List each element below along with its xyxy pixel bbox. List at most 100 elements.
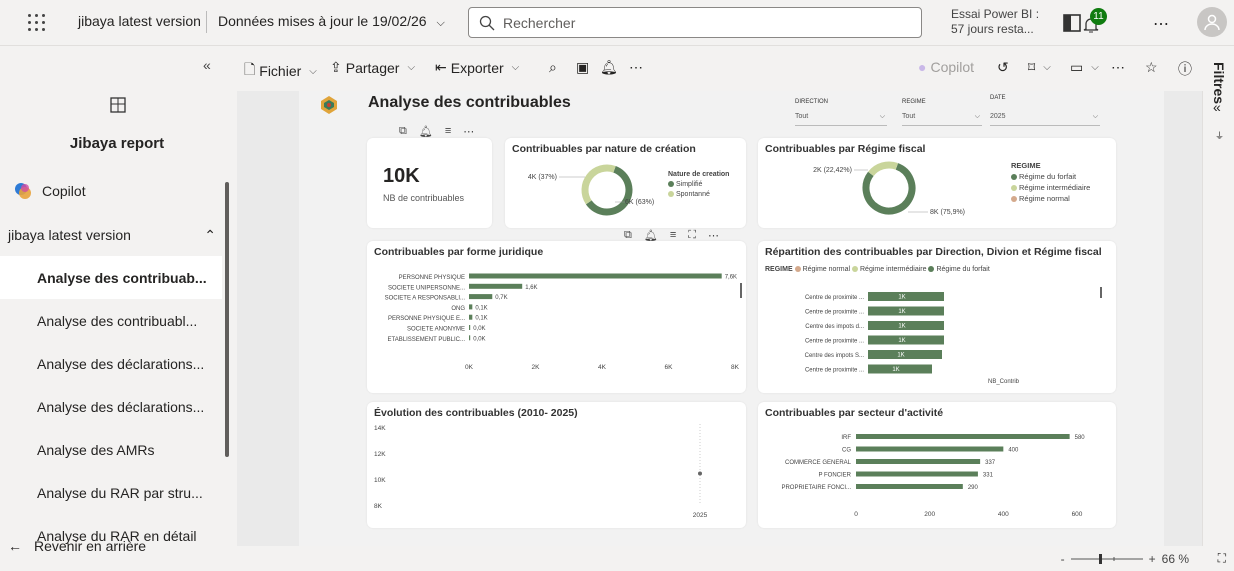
legend-item: Régime du forfait <box>1011 172 1076 181</box>
scrollbar <box>740 283 742 298</box>
category-label: Centre de proximite ... <box>805 295 864 301</box>
slicer-label: REGIME <box>902 99 926 105</box>
repartition-chart[interactable]: Répartition des contribuables par Direct… <box>758 241 1116 393</box>
data-label: 400 <box>1008 448 1019 454</box>
report-logo-icon <box>321 96 337 114</box>
category-label: SOCIETE A RESPONSABLI... <box>385 296 466 302</box>
copy-icon[interactable]: ⧉ <box>399 125 407 138</box>
category-label: Centre de proximite ... <box>805 310 864 316</box>
report-canvas: Analyse des contribuables DIRECTION Tout ⌵… <box>237 91 1202 546</box>
tick-label: 400 <box>998 511 1009 518</box>
binoculars-icon[interactable]: ⌕ <box>549 59 557 76</box>
app-launcher-icon[interactable] <box>26 12 48 34</box>
report-navigation-pane: « Jibaya report Copilot jibaya latest ve… <box>0 47 234 571</box>
evolution-chart[interactable]: Évolution des contribuables (2010- 2025)… <box>367 402 746 528</box>
zoom-control[interactable]: - + 66 % <box>1061 552 1189 566</box>
kpi-card[interactable]: 10K NB de contribuables <box>367 138 492 228</box>
bar <box>868 292 944 301</box>
data-label: 0,1K <box>475 305 487 311</box>
copilot-button[interactable]: ● Copilot <box>918 59 974 75</box>
workspace-group-header[interactable]: jibaya latest version ⌃ <box>8 227 220 243</box>
collapse-pane-icon[interactable]: « <box>203 57 211 73</box>
bar <box>856 446 1004 452</box>
category-label: Centre de proximite ... <box>805 339 864 345</box>
share-menu[interactable]: ⇪ Partager ⌵ <box>330 59 415 76</box>
zoom-out-button[interactable]: - <box>1061 552 1065 566</box>
page-item[interactable]: Analyse des déclarations... <box>0 342 222 385</box>
data-label: 0,0K <box>473 336 485 342</box>
copilot-nav-item[interactable]: Copilot <box>14 181 86 201</box>
export-label: Exporter <box>450 59 504 76</box>
bar <box>868 306 944 316</box>
export-menu[interactable]: ⇤ Exporter ⌵ <box>435 59 519 76</box>
regime-slicer[interactable]: REGIME Tout ⌵ <box>902 99 982 126</box>
trial-line-1: Essai Power BI : <box>951 7 1040 21</box>
data-label: 7,6K <box>725 275 737 281</box>
tick-label: 600 <box>1072 511 1083 518</box>
favorite-star-icon[interactable]: ☆ <box>1145 59 1158 76</box>
data-label: 1K <box>897 353 904 359</box>
filter-icon[interactable]: ≡ <box>445 125 451 138</box>
date-slicer[interactable]: DATE 2025 ⌵ <box>990 95 1100 126</box>
bar <box>469 314 473 320</box>
file-menu[interactable]: 🗋 Fichier ⌵ <box>244 59 317 83</box>
data-updated-dropdown[interactable]: Données mises à jour le 19/02/26 ⌵ <box>218 13 445 30</box>
regime-fiscal-chart[interactable]: Contribuables par Régime fiscal 8K (75,9… <box>758 138 1116 228</box>
info-icon[interactable]: ⓘ <box>1178 59 1192 79</box>
alert-bell-icon[interactable]: 🔔︎ <box>600 59 618 76</box>
data-label: 1K <box>898 295 905 301</box>
slicer-value[interactable]: Tout ⌵ <box>902 113 982 126</box>
page-item[interactable]: Analyse des contribuabl... <box>0 299 222 342</box>
page-item[interactable]: Analyse des AMRs <box>0 428 222 471</box>
category-label: ONG <box>451 306 465 312</box>
data-label: 8K (75,9%) <box>930 209 965 216</box>
trial-status[interactable]: Essai Power BI :57 jours resta... <box>951 7 1039 37</box>
zoom-in-button[interactable]: + <box>1149 552 1156 566</box>
category-label: SOCIETE UNIPERSONNE... <box>388 285 465 291</box>
divider <box>206 11 207 33</box>
sidebar-scrollbar[interactable] <box>225 182 229 457</box>
data-label: 1,6K <box>525 285 537 291</box>
slicer-label: DIRECTION <box>795 99 828 105</box>
page-item[interactable]: Analyse des déclarations... <box>0 385 222 428</box>
chevron-down-icon: ⌵ <box>436 17 445 29</box>
data-label: 6K (63%) <box>625 199 654 206</box>
slicer-value[interactable]: Tout ⌵ <box>795 113 887 126</box>
slicer-value[interactable]: 2025 ⌵ <box>990 113 1100 126</box>
panel-toggle-icon[interactable] <box>1063 14 1081 32</box>
view-icon[interactable]: ▭ ⌵ <box>1070 59 1099 76</box>
avatar[interactable] <box>1197 7 1227 37</box>
fit-to-page-icon[interactable]: ⛶ <box>1218 551 1226 566</box>
data-label: 4K (37%) <box>528 174 557 181</box>
bar <box>856 459 981 464</box>
search-placeholder: Rechercher <box>503 15 576 31</box>
page-item-active[interactable]: Analyse des contribuab... <box>0 256 222 299</box>
more-options-icon[interactable]: ⋯ <box>1111 59 1125 76</box>
category-label: IRF <box>841 435 851 441</box>
alert-bell-icon[interactable]: 🔔︎ <box>419 125 433 138</box>
more-options-icon[interactable]: ⋯ <box>463 125 474 138</box>
secteur-activite-chart[interactable]: Contribuables par secteur d'activité IRF… <box>758 402 1116 528</box>
reset-icon[interactable]: ↺ <box>997 59 1009 76</box>
search-input[interactable]: Rechercher <box>468 7 922 38</box>
zoom-slider[interactable] <box>1070 554 1143 564</box>
chevron-down-icon: ⌵ <box>511 62 520 73</box>
group-label: jibaya latest version <box>8 227 131 243</box>
subscribe-icon[interactable]: ▣ <box>576 59 589 76</box>
donut-slice <box>868 161 898 177</box>
chevron-up-icon: ⌃ <box>204 227 216 243</box>
report-title: Jibaya report <box>69 135 165 152</box>
page-item[interactable]: Analyse du RAR par stru... <box>0 471 222 514</box>
filters-label[interactable]: Filtres <box>1211 62 1227 104</box>
bookmark-icon[interactable]: ⌑ ⌵ <box>1028 59 1051 76</box>
more-options-icon[interactable]: ⋯ <box>629 59 643 76</box>
nature-creation-chart[interactable]: Contribuables par nature de création 6K … <box>505 138 746 228</box>
more-options-icon[interactable]: ⋯ <box>1153 14 1169 34</box>
forme-juridique-chart[interactable]: Contribuables par forme juridique PERSON… <box>367 241 746 393</box>
filter-icon[interactable]: ⏚ <box>1215 129 1224 142</box>
legend-item: Simplifié <box>668 181 702 188</box>
status-bar: - + 66 % ⛶ <box>234 546 1234 571</box>
direction-slicer[interactable]: DIRECTION Tout ⌵ <box>795 99 887 126</box>
workspace-title[interactable]: jibaya latest version <box>78 13 201 29</box>
back-button[interactable]: ← Revenir en arrière <box>8 538 146 554</box>
